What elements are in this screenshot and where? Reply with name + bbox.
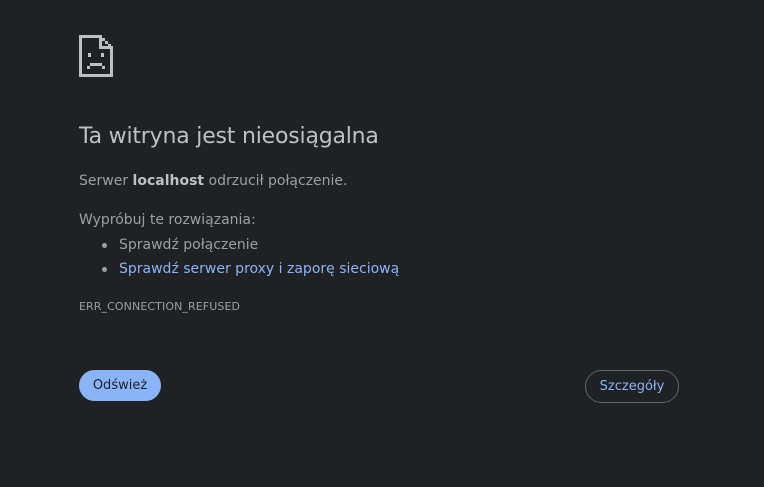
error-message-suffix: odrzucił połączenie. xyxy=(204,173,348,189)
bullet-icon xyxy=(102,243,107,248)
sad-page-icon xyxy=(79,35,113,77)
page-title: Ta witryna jest nieosiągalna xyxy=(79,124,379,149)
suggestion-check-connection: Sprawdź połączenie xyxy=(119,237,259,253)
reload-button[interactable]: Odśwież xyxy=(79,370,161,401)
bullet-icon xyxy=(102,267,107,272)
error-message-host: localhost xyxy=(132,173,205,189)
error-code: ERR_CONNECTION_REFUSED xyxy=(79,300,241,313)
suggestions-heading: Wypróbuj te rozwiązania: xyxy=(79,212,256,228)
list-item: Sprawdź połączenie xyxy=(79,234,399,258)
suggestion-check-proxy-link[interactable]: Sprawdź serwer proxy i zaporę sieciową xyxy=(119,261,399,277)
list-item: Sprawdź serwer proxy i zaporę sieciową xyxy=(79,258,399,282)
suggestions-list: Sprawdź połączenie Sprawdź serwer proxy … xyxy=(79,234,399,282)
error-message: Serwer localhost odrzucił połączenie. xyxy=(79,173,348,189)
details-button[interactable]: Szczegóły xyxy=(585,370,679,403)
error-message-prefix: Serwer xyxy=(79,173,133,189)
